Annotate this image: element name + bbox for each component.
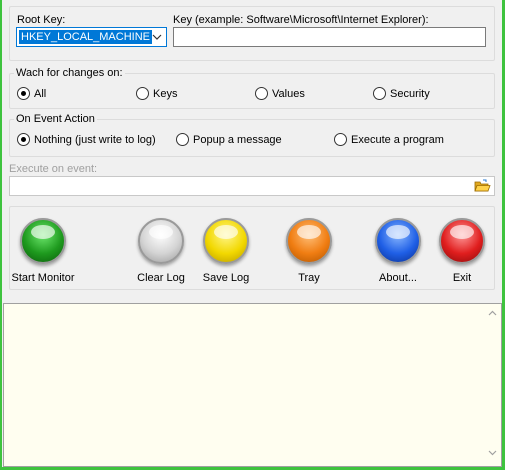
red-orb-icon <box>439 218 485 264</box>
log-vertical-scrollbar[interactable] <box>484 304 501 466</box>
radio-checked-icon <box>17 87 30 100</box>
event-action-caption: On Event Action <box>14 113 97 125</box>
radio-unchecked-icon <box>334 133 347 146</box>
folder-open-icon[interactable] <box>474 179 491 193</box>
tray-label: Tray <box>298 272 320 284</box>
radio-action-execute[interactable]: Execute a program <box>334 133 444 146</box>
radio-action-popup[interactable]: Popup a message <box>176 133 282 146</box>
watch-changes-caption: Wach for changes on: <box>14 67 125 79</box>
radio-action-nothing[interactable]: Nothing (just write to log) <box>17 133 156 146</box>
root-key-dropdown[interactable]: HKEY_LOCAL_MACHINE <box>16 27 167 47</box>
radio-watch-values[interactable]: Values <box>255 87 305 100</box>
radio-unchecked-icon <box>176 133 189 146</box>
radio-unchecked-icon <box>373 87 386 100</box>
radio-action-popup-label: Popup a message <box>193 133 282 146</box>
green-orb-icon <box>20 218 66 264</box>
radio-watch-security-label: Security <box>390 87 430 100</box>
execute-label: Execute on event: <box>9 163 98 175</box>
radio-watch-all[interactable]: All <box>17 87 46 100</box>
scroll-up-arrow-icon[interactable] <box>488 310 497 316</box>
log-textarea[interactable] <box>3 303 502 467</box>
radio-watch-keys[interactable]: Keys <box>136 87 177 100</box>
yellow-orb-icon <box>203 218 249 264</box>
root-key-label: Root Key: <box>17 14 66 26</box>
start-monitor-label: Start Monitor <box>11 272 75 284</box>
radio-watch-values-label: Values <box>272 87 305 100</box>
exit-label: Exit <box>452 272 472 284</box>
radio-watch-keys-label: Keys <box>153 87 178 100</box>
radio-unchecked-icon <box>255 87 268 100</box>
save-log-label: Save Log <box>202 272 250 284</box>
root-key-value: HKEY_LOCAL_MACHINE <box>19 30 152 44</box>
tray-button[interactable]: Tray <box>264 218 354 284</box>
radio-checked-icon <box>17 133 30 146</box>
chevron-down-icon <box>152 34 162 40</box>
exit-button[interactable]: Exit <box>417 218 505 284</box>
radio-unchecked-icon <box>136 87 149 100</box>
radio-watch-all-label: All <box>34 87 47 100</box>
key-label: Key (example: Software\Microsoft\Interne… <box>173 14 429 26</box>
start-monitor-button[interactable]: Start Monitor <box>0 218 88 284</box>
gray-orb-icon <box>138 218 184 264</box>
execute-input[interactable] <box>9 176 495 196</box>
orange-orb-icon <box>286 218 332 264</box>
radio-watch-security[interactable]: Security <box>373 87 430 100</box>
save-log-button[interactable]: Save Log <box>181 218 271 284</box>
key-input[interactable] <box>173 27 486 47</box>
radio-action-execute-label: Execute a program <box>351 133 444 146</box>
blue-orb-icon <box>375 218 421 264</box>
scroll-down-arrow-icon[interactable] <box>488 450 497 456</box>
radio-action-nothing-label: Nothing (just write to log) <box>34 133 156 146</box>
